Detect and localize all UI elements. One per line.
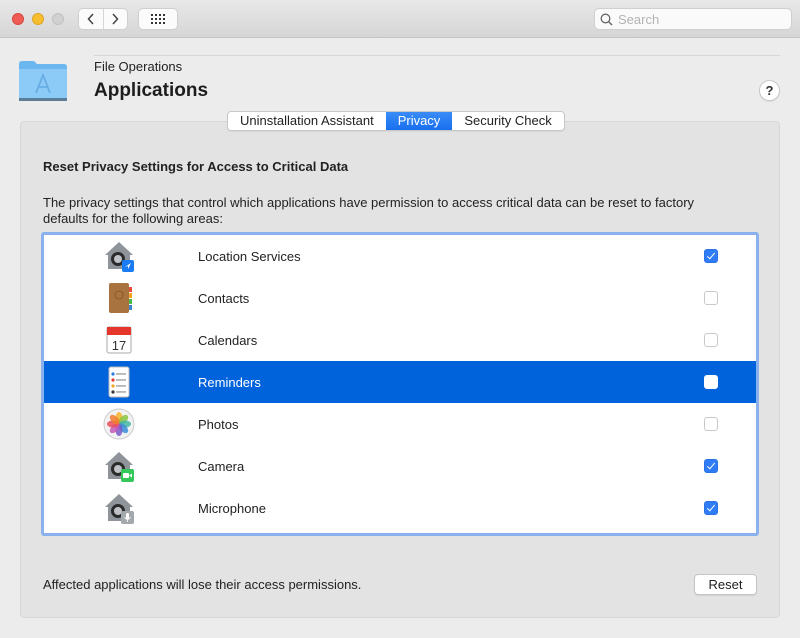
tab-bar: Uninstallation Assistant Privacy Securit… <box>227 111 565 131</box>
section-description: The privacy settings that control which … <box>43 195 695 226</box>
tab-security-check[interactable]: Security Check <box>452 112 563 130</box>
list-item-reminders[interactable]: Reminders <box>44 361 756 403</box>
photos-icon <box>103 408 135 440</box>
item-label: Microphone <box>198 500 266 516</box>
minimize-window-button[interactable] <box>32 13 44 25</box>
show-all-button[interactable] <box>138 8 178 30</box>
location-services-icon <box>105 242 134 272</box>
item-label: Contacts <box>198 290 250 306</box>
reminders-icon <box>108 366 130 398</box>
list-item-microphone[interactable]: Microphone <box>44 487 756 529</box>
header-divider <box>94 55 780 56</box>
item-label: Location Services <box>198 248 301 264</box>
item-label: Reminders <box>198 374 261 390</box>
search-icon <box>600 13 613 26</box>
search-field[interactable] <box>594 8 792 30</box>
grid-icon <box>151 14 165 24</box>
zoom-window-button[interactable] <box>52 13 64 25</box>
search-input[interactable] <box>618 11 788 27</box>
chevron-right-icon <box>112 13 119 25</box>
page-subtitle: File Operations <box>94 59 183 74</box>
tab-uninstallation-assistant[interactable]: Uninstallation Assistant <box>228 112 386 130</box>
contacts-icon <box>109 283 132 313</box>
contacts-checkbox[interactable] <box>704 291 718 305</box>
back-button[interactable] <box>79 9 103 29</box>
camera-checkbox[interactable] <box>704 459 718 473</box>
page-title: Applications <box>94 80 209 101</box>
camera-icon <box>105 452 134 482</box>
list-item-location-services[interactable]: Location Services <box>44 235 756 277</box>
item-label: Photos <box>198 416 239 432</box>
list-item-contacts[interactable]: Contacts <box>44 277 756 319</box>
help-button[interactable]: ? <box>759 80 780 101</box>
close-window-button[interactable] <box>12 13 24 25</box>
list-item-camera[interactable]: Camera <box>44 445 756 487</box>
footer-note: Affected applications will lose their ac… <box>43 577 362 592</box>
list-item-photos[interactable]: Photos <box>44 403 756 445</box>
photos-checkbox[interactable] <box>704 417 718 431</box>
chevron-left-icon <box>87 13 94 25</box>
forward-button[interactable] <box>102 9 128 29</box>
section-heading: Reset Privacy Settings for Access to Cri… <box>43 159 349 174</box>
item-label: Calendars <box>198 332 258 348</box>
reset-button[interactable]: Reset <box>694 574 757 595</box>
privacy-areas-list[interactable]: Location Services Contacts 17 Calendars <box>41 232 759 536</box>
svg-text:17: 17 <box>112 338 126 353</box>
tab-privacy[interactable]: Privacy <box>385 112 453 130</box>
location-services-checkbox[interactable] <box>704 249 718 263</box>
item-label: Camera <box>198 458 245 474</box>
applications-folder-icon <box>19 61 67 101</box>
calendars-checkbox[interactable] <box>704 333 718 347</box>
microphone-checkbox[interactable] <box>704 501 718 515</box>
navigation-buttons <box>78 8 128 30</box>
list-item-calendars[interactable]: 17 Calendars <box>44 319 756 361</box>
window-titlebar <box>0 0 800 38</box>
microphone-icon <box>105 494 134 524</box>
calendar-icon: 17 <box>106 326 132 354</box>
reminders-checkbox[interactable] <box>704 375 718 389</box>
